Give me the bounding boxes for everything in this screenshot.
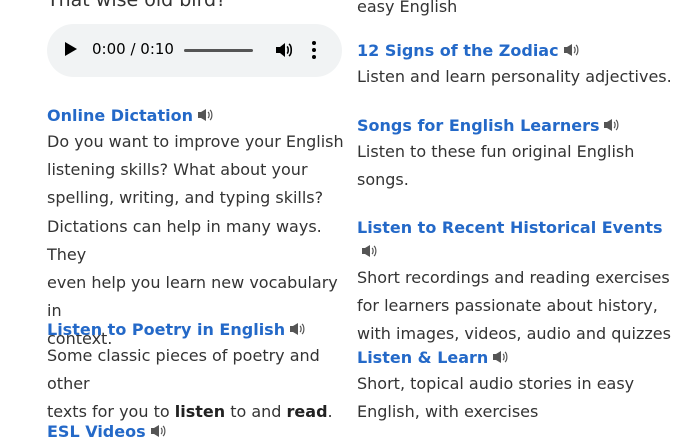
entry-line: songs. <box>357 170 409 190</box>
esl-videos-link[interactable]: ESL Videos <box>47 420 167 444</box>
entry-line: Short, topical audio stories in easy <box>357 374 635 393</box>
audio-player[interactable]: 0:00 / 0:10 <box>47 24 342 77</box>
play-icon[interactable] <box>65 42 77 56</box>
entry-historical-events: Listen to Recent Historical Events Short… <box>357 216 677 349</box>
historical-events-link[interactable]: Listen to Recent Historical Events <box>357 216 677 264</box>
entry-poetry: Listen to Poetry in English Some classic… <box>47 318 347 427</box>
entry-listen-learn: Listen & Learn Short, topical audio stor… <box>357 346 677 426</box>
entry-line: listening skills? What about your <box>47 160 308 180</box>
entry-line: for learners passionate about history, <box>357 296 658 316</box>
entry-line: Some classic pieces of poetry and other <box>47 346 320 394</box>
entry-line: even help you learn new vocabulary in <box>47 273 338 321</box>
entry-esl-videos: ESL Videos <box>47 420 347 444</box>
entry-online-dictation: Online Dictation Do you want to improve … <box>47 104 347 354</box>
entry-line: Dictations can help in many ways. They <box>47 216 322 264</box>
entry-line: with images, videos, audio and quizzes <box>357 324 671 344</box>
entry-line: Listen to these fun original English <box>357 142 635 161</box>
poem-tail-text: That wise old bird? <box>47 0 227 11</box>
speaker-icon <box>150 425 166 437</box>
audio-time: 0:00 / 0:10 <box>92 40 174 58</box>
bold-read: read <box>286 402 328 422</box>
entry-zodiac: 12 Signs of the Zodiac Listen and learn … <box>357 39 677 91</box>
speaker-icon <box>290 323 305 335</box>
speaker-icon <box>362 245 377 257</box>
volume-icon[interactable] <box>275 42 293 62</box>
speaker-icon <box>197 109 213 121</box>
online-dictation-link[interactable]: Online Dictation <box>47 104 214 128</box>
entry-line: English, with exercises <box>357 402 539 422</box>
top-tail-text: easy English <box>357 0 458 16</box>
songs-link[interactable]: Songs for English Learners <box>357 114 620 138</box>
speaker-icon <box>604 119 619 131</box>
more-options-icon[interactable] <box>312 41 316 62</box>
speaker-icon <box>493 351 508 363</box>
entry-line: Do you want to improve your English <box>47 132 344 151</box>
bold-listen: listen <box>174 402 226 422</box>
listen-learn-link[interactable]: Listen & Learn <box>357 346 509 370</box>
speaker-icon <box>563 44 579 56</box>
listen-to-poetry-link[interactable]: Listen to Poetry in English <box>47 318 306 342</box>
audio-progress-slider[interactable] <box>184 49 253 52</box>
zodiac-link[interactable]: 12 Signs of the Zodiac <box>357 39 580 63</box>
entry-line: spelling, writing, and typing skills? <box>47 188 324 208</box>
entry-songs: Songs for English Learners Listen to the… <box>357 114 677 194</box>
entry-line: Listen and learn personality adjectives. <box>357 67 672 86</box>
entry-line: Short recordings and reading exercises <box>357 268 670 287</box>
